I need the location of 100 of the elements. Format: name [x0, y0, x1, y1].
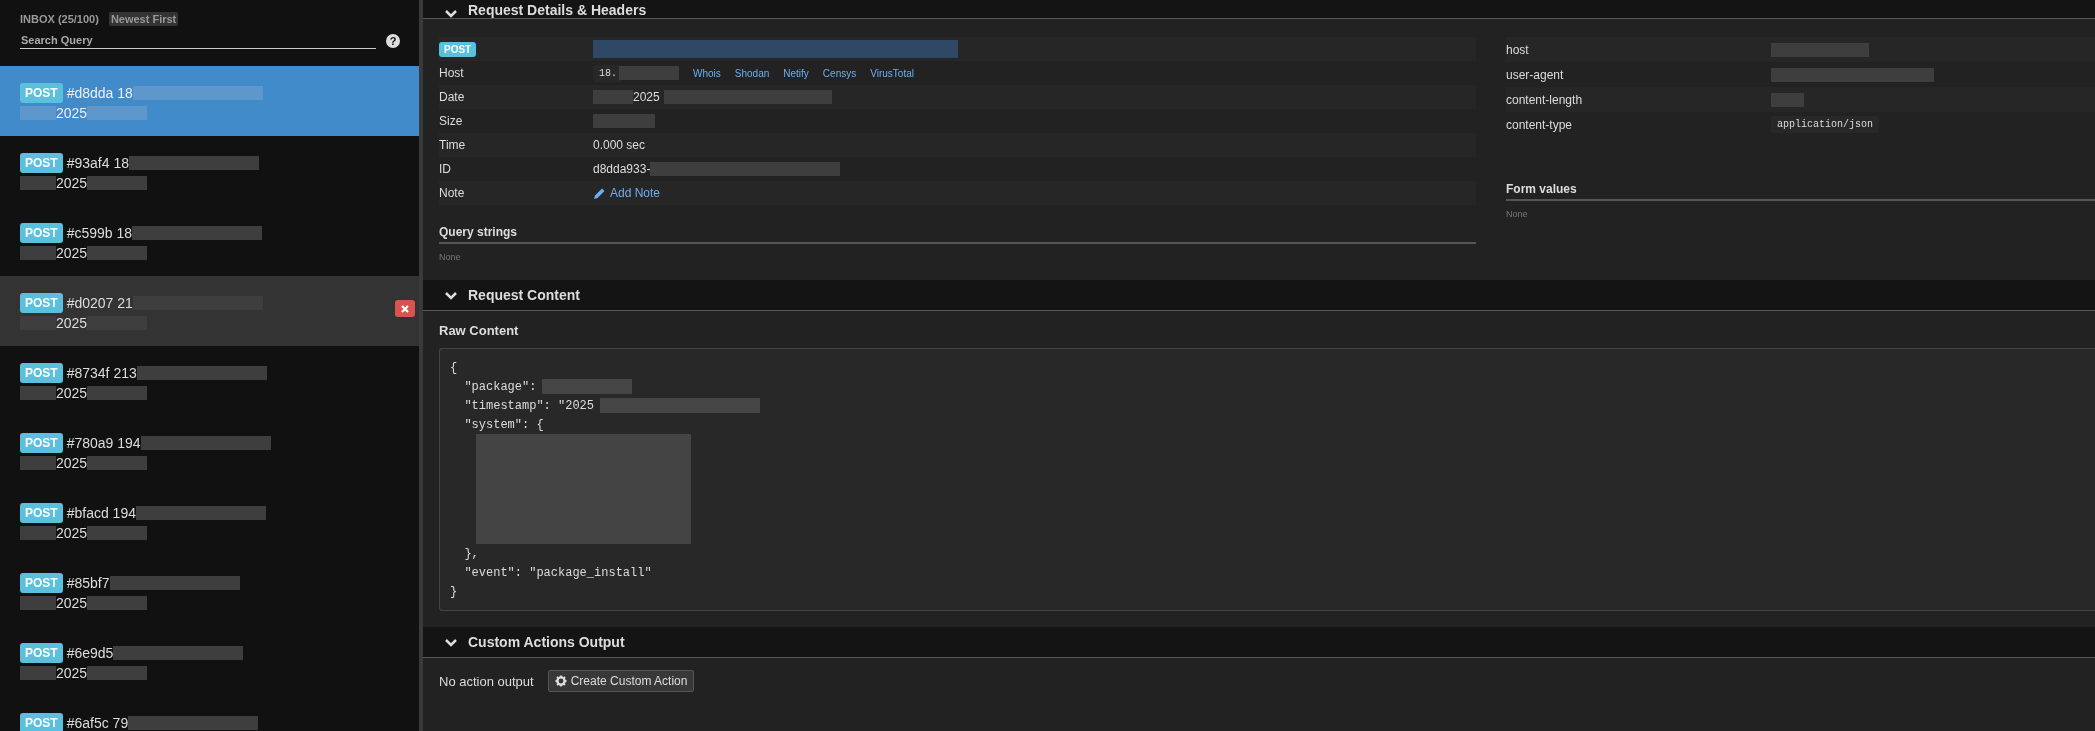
request-date: 2025: [56, 174, 88, 191]
redacted-text: [619, 66, 679, 80]
request-item[interactable]: POST #6af5c 79: [0, 696, 419, 731]
code-line: {: [450, 360, 458, 375]
section-title: Custom Actions Output: [468, 634, 625, 650]
code-line: "event": "package_install": [463, 565, 652, 580]
search-field[interactable]: Search Query: [20, 32, 376, 49]
redacted-text: [87, 525, 148, 540]
request-item[interactable]: POST #8734f 213 2025: [0, 346, 419, 416]
code-line: }: [450, 584, 458, 599]
lookup-link[interactable]: Netify: [783, 67, 809, 79]
method-badge: POST: [20, 642, 63, 663]
request-title: #93af4 18: [66, 154, 129, 171]
field-value: 2025: [633, 90, 660, 104]
redacted-text: [593, 90, 633, 104]
method-badge: POST: [20, 572, 63, 593]
inbox-title: INBOX (25/100): [20, 13, 99, 25]
empty-text: No action output: [439, 673, 534, 689]
redacted-text: [87, 665, 148, 680]
method-badge: POST: [20, 712, 63, 731]
section-header[interactable]: Request Content: [423, 280, 2095, 311]
redacted-text: [20, 385, 56, 400]
redacted-text: [87, 595, 148, 610]
request-title: #c599b 18: [66, 224, 133, 241]
redacted-text: [87, 455, 148, 470]
lookup-link[interactable]: Whois: [693, 67, 721, 79]
redacted-text: [20, 665, 56, 680]
method-badge: POST: [20, 362, 63, 383]
request-item[interactable]: POST #780a9 194 2025: [0, 416, 419, 486]
header-value: application/json: [1771, 116, 1879, 133]
create-action-button[interactable]: Create Custom Action: [547, 670, 695, 692]
section-header[interactable]: Custom Actions Output: [423, 627, 2095, 658]
method-badge: POST: [20, 432, 63, 453]
method-badge: POST: [439, 42, 477, 57]
lookup-link[interactable]: VirusTotal: [870, 67, 914, 79]
redacted-text: [20, 245, 56, 260]
method-badge: POST: [20, 152, 63, 173]
method-badge: POST: [20, 502, 63, 523]
redacted-text: [20, 595, 56, 610]
add-note-link[interactable]: Add Note: [593, 186, 661, 200]
field-value: d8dda933-: [593, 162, 651, 176]
chevron-icon: [444, 9, 458, 18]
chevron-icon: [444, 290, 458, 300]
redacted-text: [20, 105, 56, 120]
lookup-link[interactable]: Censys: [822, 67, 857, 79]
sort-button[interactable]: Newest First: [108, 12, 179, 26]
subsection-title: Raw Content: [439, 323, 520, 340]
request-title: #6af5c 79: [66, 714, 129, 731]
field-label: Note: [439, 186, 466, 200]
header-name: content-length: [1506, 92, 1584, 107]
request-date: 2025: [56, 384, 88, 401]
code-line: "timestamp": "2025: [463, 398, 595, 413]
code-line: "package":: [463, 379, 537, 394]
field-label: Size: [439, 114, 464, 128]
field-label: Host: [439, 66, 465, 80]
subsection-title: Form values: [1506, 182, 2095, 201]
delete-button[interactable]: [395, 300, 415, 317]
request-item[interactable]: POST #d0207 21 2025: [0, 276, 419, 346]
section-title: Request Content: [468, 287, 580, 303]
redacted-text: [20, 525, 56, 540]
header-name: content-type: [1506, 117, 1574, 132]
field-value: 0.000 sec: [593, 138, 646, 152]
redacted-text: [20, 175, 56, 190]
redacted-text: [593, 114, 655, 128]
request-title: #d0207 21: [66, 294, 133, 311]
request-title: #8734f 213: [66, 364, 137, 381]
request-item[interactable]: POST #6e9d5 2025: [0, 626, 419, 696]
section-header[interactable]: Request Details & Headers: [423, 0, 2095, 19]
request-date: 2025: [56, 314, 88, 331]
request-title: #85bf7: [66, 574, 110, 591]
lookup-link[interactable]: Shodan: [734, 67, 770, 79]
method-badge: POST: [20, 82, 63, 103]
request-date: 2025: [56, 454, 88, 471]
request-date: 2025: [56, 244, 88, 261]
request-title: #6e9d5: [66, 644, 114, 661]
request-item[interactable]: POST #93af4 18 2025: [0, 136, 419, 206]
redacted-text: [1771, 92, 1804, 107]
method-badge: POST: [20, 222, 63, 243]
request-date: 2025: [56, 664, 88, 681]
header-name: host: [1506, 42, 1530, 57]
code-line: },: [463, 546, 479, 561]
request-title: #bfacd 194: [66, 504, 136, 521]
empty-text: None: [1506, 208, 1529, 219]
help-icon[interactable]: ?: [386, 33, 400, 48]
redacted-text: [87, 175, 148, 190]
section-title: Request Details & Headers: [468, 2, 647, 18]
request-item[interactable]: POST #c599b 18 2025: [0, 206, 419, 276]
redacted-text: [87, 385, 148, 400]
request-item[interactable]: POST #85bf7 2025: [0, 556, 419, 626]
field-label: Date: [439, 90, 466, 104]
field-label: ID: [439, 162, 452, 176]
chevron-icon: [444, 637, 458, 647]
redacted-text: [87, 245, 148, 260]
close-icon: [400, 303, 410, 314]
request-date: 2025: [56, 594, 88, 611]
redacted-text: [87, 105, 148, 120]
field-label: Time: [439, 138, 467, 152]
request-item[interactable]: POST #bfacd 194 2025: [0, 486, 419, 556]
code-line: "system": {: [463, 417, 544, 432]
empty-text: None: [439, 251, 462, 262]
